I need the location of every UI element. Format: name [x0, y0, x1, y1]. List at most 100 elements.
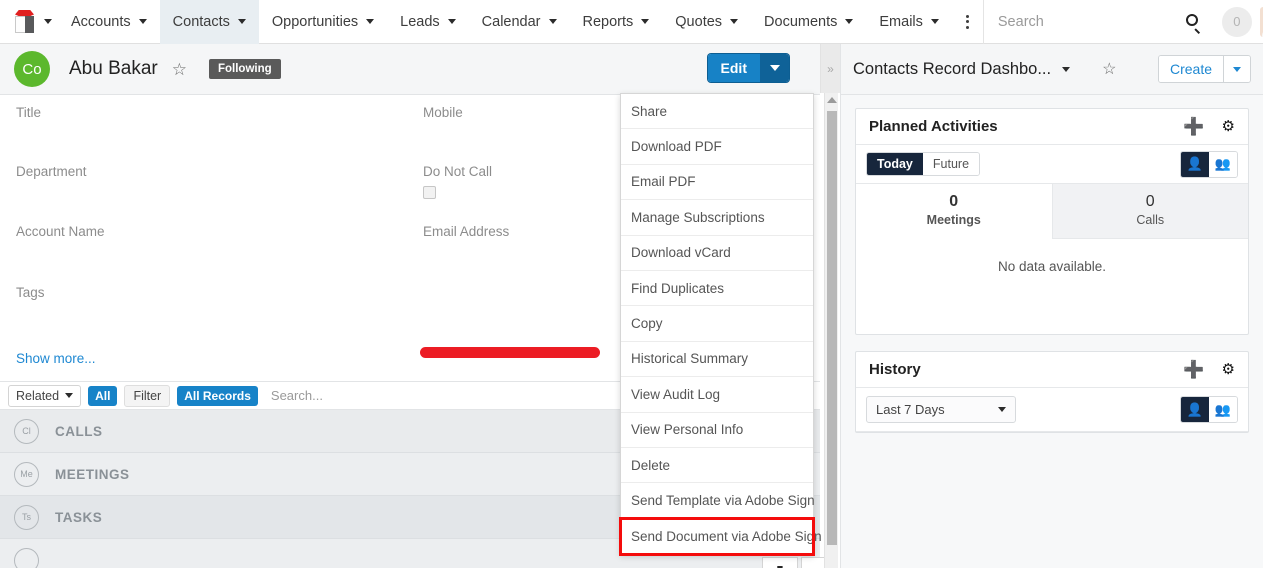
bottom-button-prev[interactable]: ■ [762, 557, 798, 568]
nav-module-calendar[interactable]: Calendar [469, 0, 570, 44]
gear-icon[interactable]: ⚙ [1222, 119, 1235, 134]
chevron-down-icon[interactable] [930, 19, 939, 24]
sugar-cube-logo[interactable] [0, 0, 58, 44]
field-value[interactable] [16, 304, 45, 324]
chevron-down-icon[interactable] [447, 19, 456, 24]
field-value[interactable] [16, 183, 87, 203]
stat-tab-meetings[interactable]: 0 Meetings [856, 184, 1052, 239]
expand-sidebar-chevron-icon[interactable]: » [820, 44, 840, 93]
field-value[interactable] [16, 124, 41, 144]
chevron-down-icon[interactable] [641, 19, 650, 24]
edit-actions-dropdown-button[interactable] [760, 54, 789, 82]
empty-state-text: No data available. [997, 259, 1107, 274]
create-button-group: Create [1157, 55, 1251, 83]
nav-module-quotes[interactable]: Quotes [662, 0, 751, 44]
nav-module-leads[interactable]: Leads [387, 0, 469, 44]
add-icon[interactable]: ➕ [1183, 361, 1204, 378]
scroll-up-arrow-icon[interactable] [826, 97, 837, 103]
subpanel-label: TASKS [55, 509, 103, 525]
nav-module-reports[interactable]: Reports [570, 0, 663, 44]
chevron-down-icon[interactable] [730, 19, 739, 24]
do-not-call-checkbox[interactable] [423, 186, 436, 199]
menu-item-copy[interactable]: Copy [621, 306, 813, 342]
field-value[interactable] [423, 243, 509, 263]
person-icon[interactable]: 👤 [1181, 397, 1209, 422]
nav-label: Contacts [172, 13, 230, 30]
field-value[interactable] [16, 243, 105, 263]
all-records-pill[interactable]: All Records [177, 385, 258, 406]
chevron-down-icon[interactable] [366, 19, 375, 24]
favorite-star-icon[interactable]: ☆ [172, 61, 187, 78]
subpanel-icon [14, 547, 39, 568]
menu-item-find-duplicates[interactable]: Find Duplicates [621, 271, 813, 307]
related-dropdown-label: Related [16, 388, 60, 403]
menu-item-email-pdf[interactable]: Email PDF [621, 165, 813, 201]
chevron-down-icon[interactable] [138, 19, 147, 24]
menu-item-download-vcard[interactable]: Download vCard [621, 236, 813, 271]
nav-right-group: 0 [982, 0, 1263, 44]
history-range-select[interactable]: Last 7 Days [866, 396, 1016, 423]
tasks-icon: Ts [14, 504, 39, 530]
calls-icon: Cl [14, 418, 39, 444]
group-icon[interactable]: 👥 [1209, 397, 1237, 422]
menu-item-send-document-via-adobe-sign[interactable]: Send Document via Adobe Sign [619, 516, 822, 557]
notification-badge[interactable]: 0 [1221, 6, 1252, 37]
menu-item-delete[interactable]: Delete [621, 448, 813, 484]
history-range-label: Last 7 Days [876, 402, 945, 417]
chevron-down-icon [1233, 66, 1241, 72]
stat-tab-calls[interactable]: 0 Calls [1051, 184, 1248, 239]
stat-count: 0 [949, 193, 959, 210]
nav-module-accounts[interactable]: Accounts [58, 0, 160, 44]
dashboard-favorite-star-icon[interactable]: ☆ [1102, 59, 1116, 79]
chevron-down-icon[interactable] [845, 19, 854, 24]
add-icon[interactable]: ➕ [1183, 118, 1204, 135]
nav-module-contacts[interactable]: Contacts [159, 0, 259, 44]
top-navigation-bar: Accounts Contacts Opportunities Leads Ca… [0, 0, 1263, 44]
search-input[interactable] [997, 13, 1174, 30]
field-value[interactable] [423, 124, 463, 144]
menu-item-manage-subscriptions[interactable]: Manage Subscriptions [621, 200, 813, 236]
following-badge[interactable]: Following [208, 59, 281, 79]
segment-future[interactable]: Future [922, 153, 980, 175]
chevron-down-icon[interactable] [237, 19, 246, 24]
create-dropdown-button[interactable] [1223, 56, 1250, 82]
record-avatar: Co [14, 51, 50, 87]
nav-more-modules-icon[interactable] [952, 0, 983, 44]
content-scrollbar[interactable] [824, 93, 838, 568]
menu-item-download-pdf[interactable]: Download PDF [621, 129, 813, 165]
nav-module-opportunities[interactable]: Opportunities [259, 0, 387, 44]
nav-label: Opportunities [271, 13, 359, 30]
filter-all-pill[interactable]: All [88, 385, 118, 406]
menu-item-view-audit-log[interactable]: View Audit Log [621, 377, 813, 413]
nav-module-documents[interactable]: Documents [751, 0, 866, 44]
show-more-link[interactable]: Show more... [16, 351, 96, 366]
person-icon[interactable]: 👤 [1181, 151, 1209, 177]
page-title: Abu Bakar [69, 58, 158, 79]
group-icon[interactable]: 👥 [1209, 151, 1237, 177]
global-search[interactable] [984, 0, 1174, 44]
crm-record-view: Accounts Contacts Opportunities Leads Ca… [0, 0, 1263, 568]
time-range-segment: Today Future [866, 152, 981, 176]
chevron-down-icon[interactable] [548, 19, 557, 24]
edit-button[interactable]: Edit [707, 54, 760, 82]
search-icon[interactable] [1174, 0, 1214, 44]
menu-item-send-template-via-adobe-sign[interactable]: Send Template via Adobe Sign [621, 483, 815, 519]
create-button[interactable]: Create [1158, 56, 1223, 82]
field-mobile: Mobile [423, 105, 463, 144]
field-account-name: Account Name [16, 224, 105, 263]
nav-module-emails[interactable]: Emails [866, 0, 952, 44]
menu-item-historical-summary[interactable]: Historical Summary [621, 342, 813, 378]
menu-item-view-personal-info[interactable]: View Personal Info [621, 413, 813, 448]
gear-icon[interactable]: ⚙ [1222, 362, 1235, 377]
planned-activities-panel: Planned Activities ➕ ⚙ Today Future 👤 👥 [855, 108, 1249, 335]
logo-chevron-down-icon[interactable] [44, 19, 52, 24]
scrollbar-thumb[interactable] [827, 111, 837, 545]
segment-today[interactable]: Today [867, 153, 923, 175]
filter-button[interactable]: Filter [124, 384, 171, 407]
field-title: Title [16, 105, 41, 144]
related-dropdown[interactable]: Related [8, 384, 82, 407]
dashboard-chevron-down-icon[interactable] [1062, 66, 1071, 72]
field-label: Title [16, 105, 42, 120]
field-label: Do Not Call [423, 164, 493, 179]
menu-item-share[interactable]: Share [621, 94, 813, 130]
